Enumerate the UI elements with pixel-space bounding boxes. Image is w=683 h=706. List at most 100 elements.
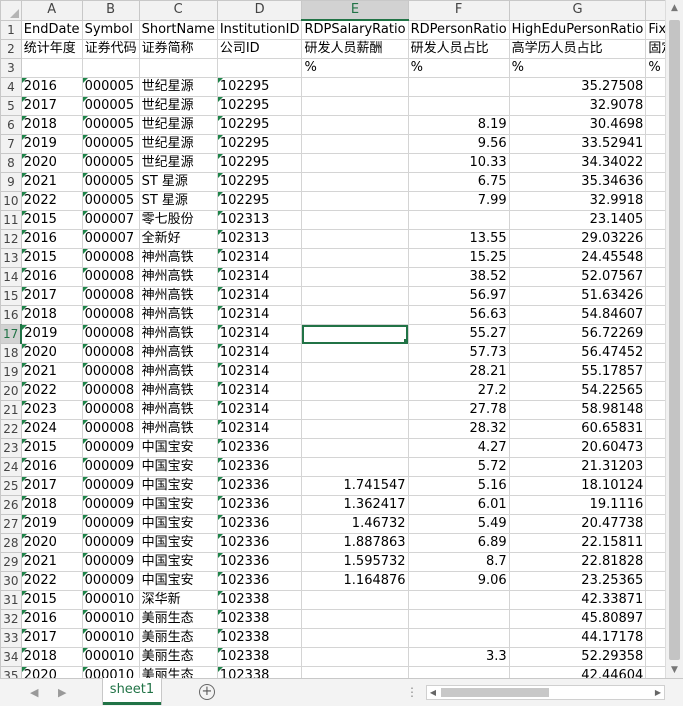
cell[interactable]: 2018: [20, 495, 83, 515]
cell[interactable]: 1.46732: [301, 514, 409, 534]
cell[interactable]: 8.7: [407, 552, 510, 572]
cell[interactable]: 000008: [81, 419, 140, 439]
row-header[interactable]: 12: [0, 229, 22, 249]
cell[interactable]: 102295: [216, 153, 303, 173]
cell[interactable]: 102314: [216, 343, 303, 363]
cell[interactable]: 1.164876: [301, 571, 409, 591]
cell[interactable]: 2015: [20, 248, 83, 268]
cell[interactable]: 深华新: [138, 590, 218, 610]
row-header[interactable]: 9: [0, 172, 22, 192]
column-header-a[interactable]: A: [20, 0, 83, 21]
cell[interactable]: 000008: [81, 381, 140, 401]
cell[interactable]: 21.31203: [508, 457, 647, 477]
cell[interactable]: 研发人员薪酬: [301, 39, 409, 59]
cell[interactable]: [301, 191, 409, 211]
cell[interactable]: 000008: [81, 267, 140, 287]
column-header-d[interactable]: D: [216, 0, 303, 21]
cell[interactable]: 102295: [216, 96, 303, 116]
cell[interactable]: 7.99: [407, 191, 510, 211]
cell[interactable]: 000005: [81, 191, 140, 211]
cell[interactable]: 102336: [216, 552, 303, 572]
cell[interactable]: [301, 134, 409, 154]
cell[interactable]: 55.27: [407, 324, 510, 344]
cell[interactable]: 102338: [216, 628, 303, 648]
cell[interactable]: 102338: [216, 666, 303, 678]
row-header[interactable]: 19: [0, 362, 22, 382]
cell[interactable]: 中国宝安: [138, 457, 218, 477]
cell[interactable]: [301, 172, 409, 192]
cell[interactable]: 102314: [216, 324, 303, 344]
cell[interactable]: 2020: [20, 343, 83, 363]
cell[interactable]: 2017: [20, 476, 83, 496]
row-header[interactable]: 30: [0, 571, 22, 591]
cell[interactable]: 102295: [216, 191, 303, 211]
scroll-down-arrow-icon[interactable]: ▼: [666, 662, 683, 678]
cell[interactable]: 2021: [20, 552, 83, 572]
cell[interactable]: 中国宝安: [138, 571, 218, 591]
cell[interactable]: 33.52941: [508, 134, 647, 154]
cell[interactable]: [138, 58, 218, 78]
cell[interactable]: 中国宝安: [138, 533, 218, 553]
cell[interactable]: 55.17857: [508, 362, 647, 382]
cell[interactable]: 2022: [20, 381, 83, 401]
cell[interactable]: 世纪星源: [138, 115, 218, 135]
cell[interactable]: 世纪星源: [138, 77, 218, 97]
row-header[interactable]: 20: [0, 381, 22, 401]
cell[interactable]: 2016: [20, 457, 83, 477]
cell[interactable]: ST 星源: [138, 191, 218, 211]
column-header-b[interactable]: B: [81, 0, 140, 21]
cell[interactable]: 神州高铁: [138, 305, 218, 325]
cell[interactable]: 6.01: [407, 495, 510, 515]
cell[interactable]: 中国宝安: [138, 514, 218, 534]
cell[interactable]: 102336: [216, 533, 303, 553]
cell[interactable]: [301, 77, 409, 97]
cell[interactable]: 美丽生态: [138, 666, 218, 678]
cell[interactable]: [20, 58, 83, 78]
cell[interactable]: 000010: [81, 590, 140, 610]
column-header-g[interactable]: G: [508, 0, 647, 21]
cell[interactable]: [301, 400, 409, 420]
cell[interactable]: 神州高铁: [138, 362, 218, 382]
cell[interactable]: [301, 115, 409, 135]
cell[interactable]: 3.3: [407, 647, 510, 667]
cell[interactable]: 60.65831: [508, 419, 647, 439]
cell[interactable]: 6.89: [407, 533, 510, 553]
cell[interactable]: [301, 286, 409, 306]
row-header[interactable]: 13: [0, 248, 22, 268]
cell[interactable]: 102338: [216, 609, 303, 629]
row-header[interactable]: 7: [0, 134, 22, 154]
scroll-right-arrow-icon[interactable]: ▶: [652, 686, 664, 699]
spreadsheet-grid[interactable]: ABCDEFGHI 1EndDateSymbolShortNameInstitu…: [0, 0, 683, 678]
cell[interactable]: 28.21: [407, 362, 510, 382]
cell[interactable]: [301, 343, 409, 363]
cell[interactable]: [216, 58, 303, 78]
cell[interactable]: 2021: [20, 362, 83, 382]
row-header[interactable]: 23: [0, 438, 22, 458]
cell[interactable]: 000008: [81, 343, 140, 363]
cell[interactable]: [301, 362, 409, 382]
cell[interactable]: 000009: [81, 495, 140, 515]
cell[interactable]: 2019: [20, 324, 83, 344]
cell[interactable]: InstitutionID: [216, 19, 303, 40]
cell[interactable]: 102295: [216, 134, 303, 154]
cell[interactable]: 神州高铁: [138, 267, 218, 287]
cell[interactable]: [301, 229, 409, 249]
cell[interactable]: 000009: [81, 552, 140, 572]
cell[interactable]: 2022: [20, 571, 83, 591]
cell[interactable]: 000007: [81, 210, 140, 230]
cell[interactable]: [301, 248, 409, 268]
cell[interactable]: 2018: [20, 647, 83, 667]
cell[interactable]: 102336: [216, 476, 303, 496]
cell[interactable]: 32.9078: [508, 96, 647, 116]
cell[interactable]: EndDate: [20, 19, 83, 40]
cell[interactable]: [301, 267, 409, 287]
cell[interactable]: [81, 58, 140, 78]
cell[interactable]: 102314: [216, 419, 303, 439]
cell[interactable]: 20.47738: [508, 514, 647, 534]
horizontal-scrollbar[interactable]: ◀ ▶: [426, 685, 665, 700]
cell[interactable]: 2018: [20, 305, 83, 325]
options-dots-icon[interactable]: ⋮: [406, 685, 418, 699]
cell[interactable]: Symbol: [81, 19, 140, 40]
cell[interactable]: 证券简称: [138, 39, 218, 59]
row-header[interactable]: 10: [0, 191, 22, 211]
